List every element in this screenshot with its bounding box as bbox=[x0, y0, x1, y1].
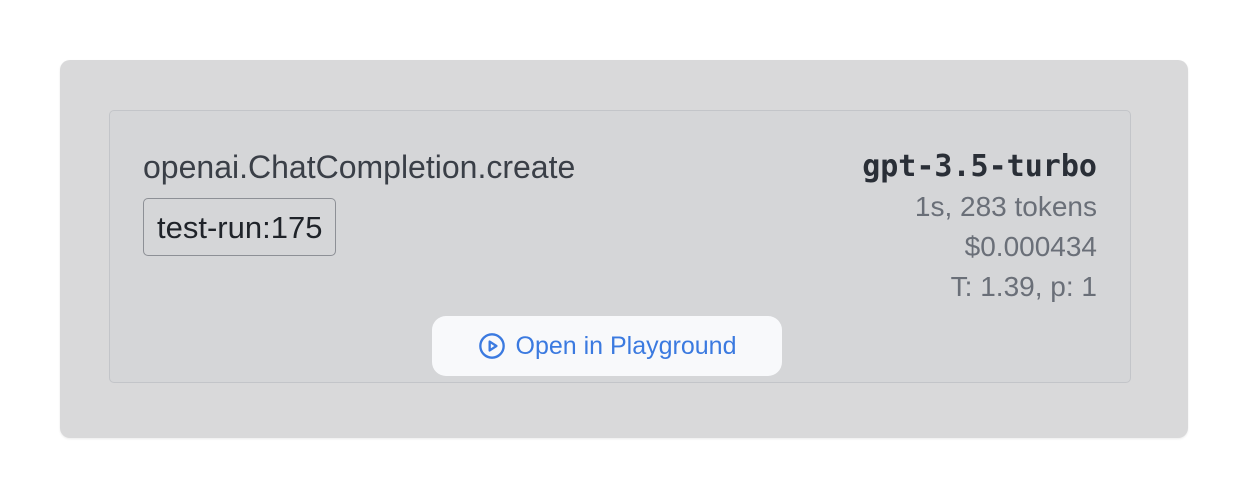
open-in-playground-label: Open in Playground bbox=[515, 331, 737, 360]
sampling-params: T: 1.39, p: 1 bbox=[950, 271, 1097, 302]
request-info: openai.ChatCompletion.create test-run:17… bbox=[143, 147, 575, 256]
tag-badge[interactable]: test-run:175 bbox=[143, 198, 337, 256]
open-in-playground-button[interactable]: Open in Playground bbox=[432, 316, 782, 376]
duration-tokens: 1s, 283 tokens bbox=[914, 191, 1097, 222]
request-details-panel: openai.ChatCompletion.create test-run:17… bbox=[109, 110, 1131, 383]
function-name: openai.ChatCompletion.create bbox=[143, 149, 576, 185]
model-name: gpt-3.5-turbo bbox=[862, 149, 1097, 184]
cost-value: $0.000434 bbox=[964, 231, 1097, 262]
play-circle-icon bbox=[478, 332, 506, 360]
log-entry-card: openai.ChatCompletion.create test-run:17… bbox=[60, 60, 1188, 438]
request-metrics: gpt-3.5-turbo 1s, 283 tokens $0.000434 T… bbox=[862, 147, 1097, 307]
